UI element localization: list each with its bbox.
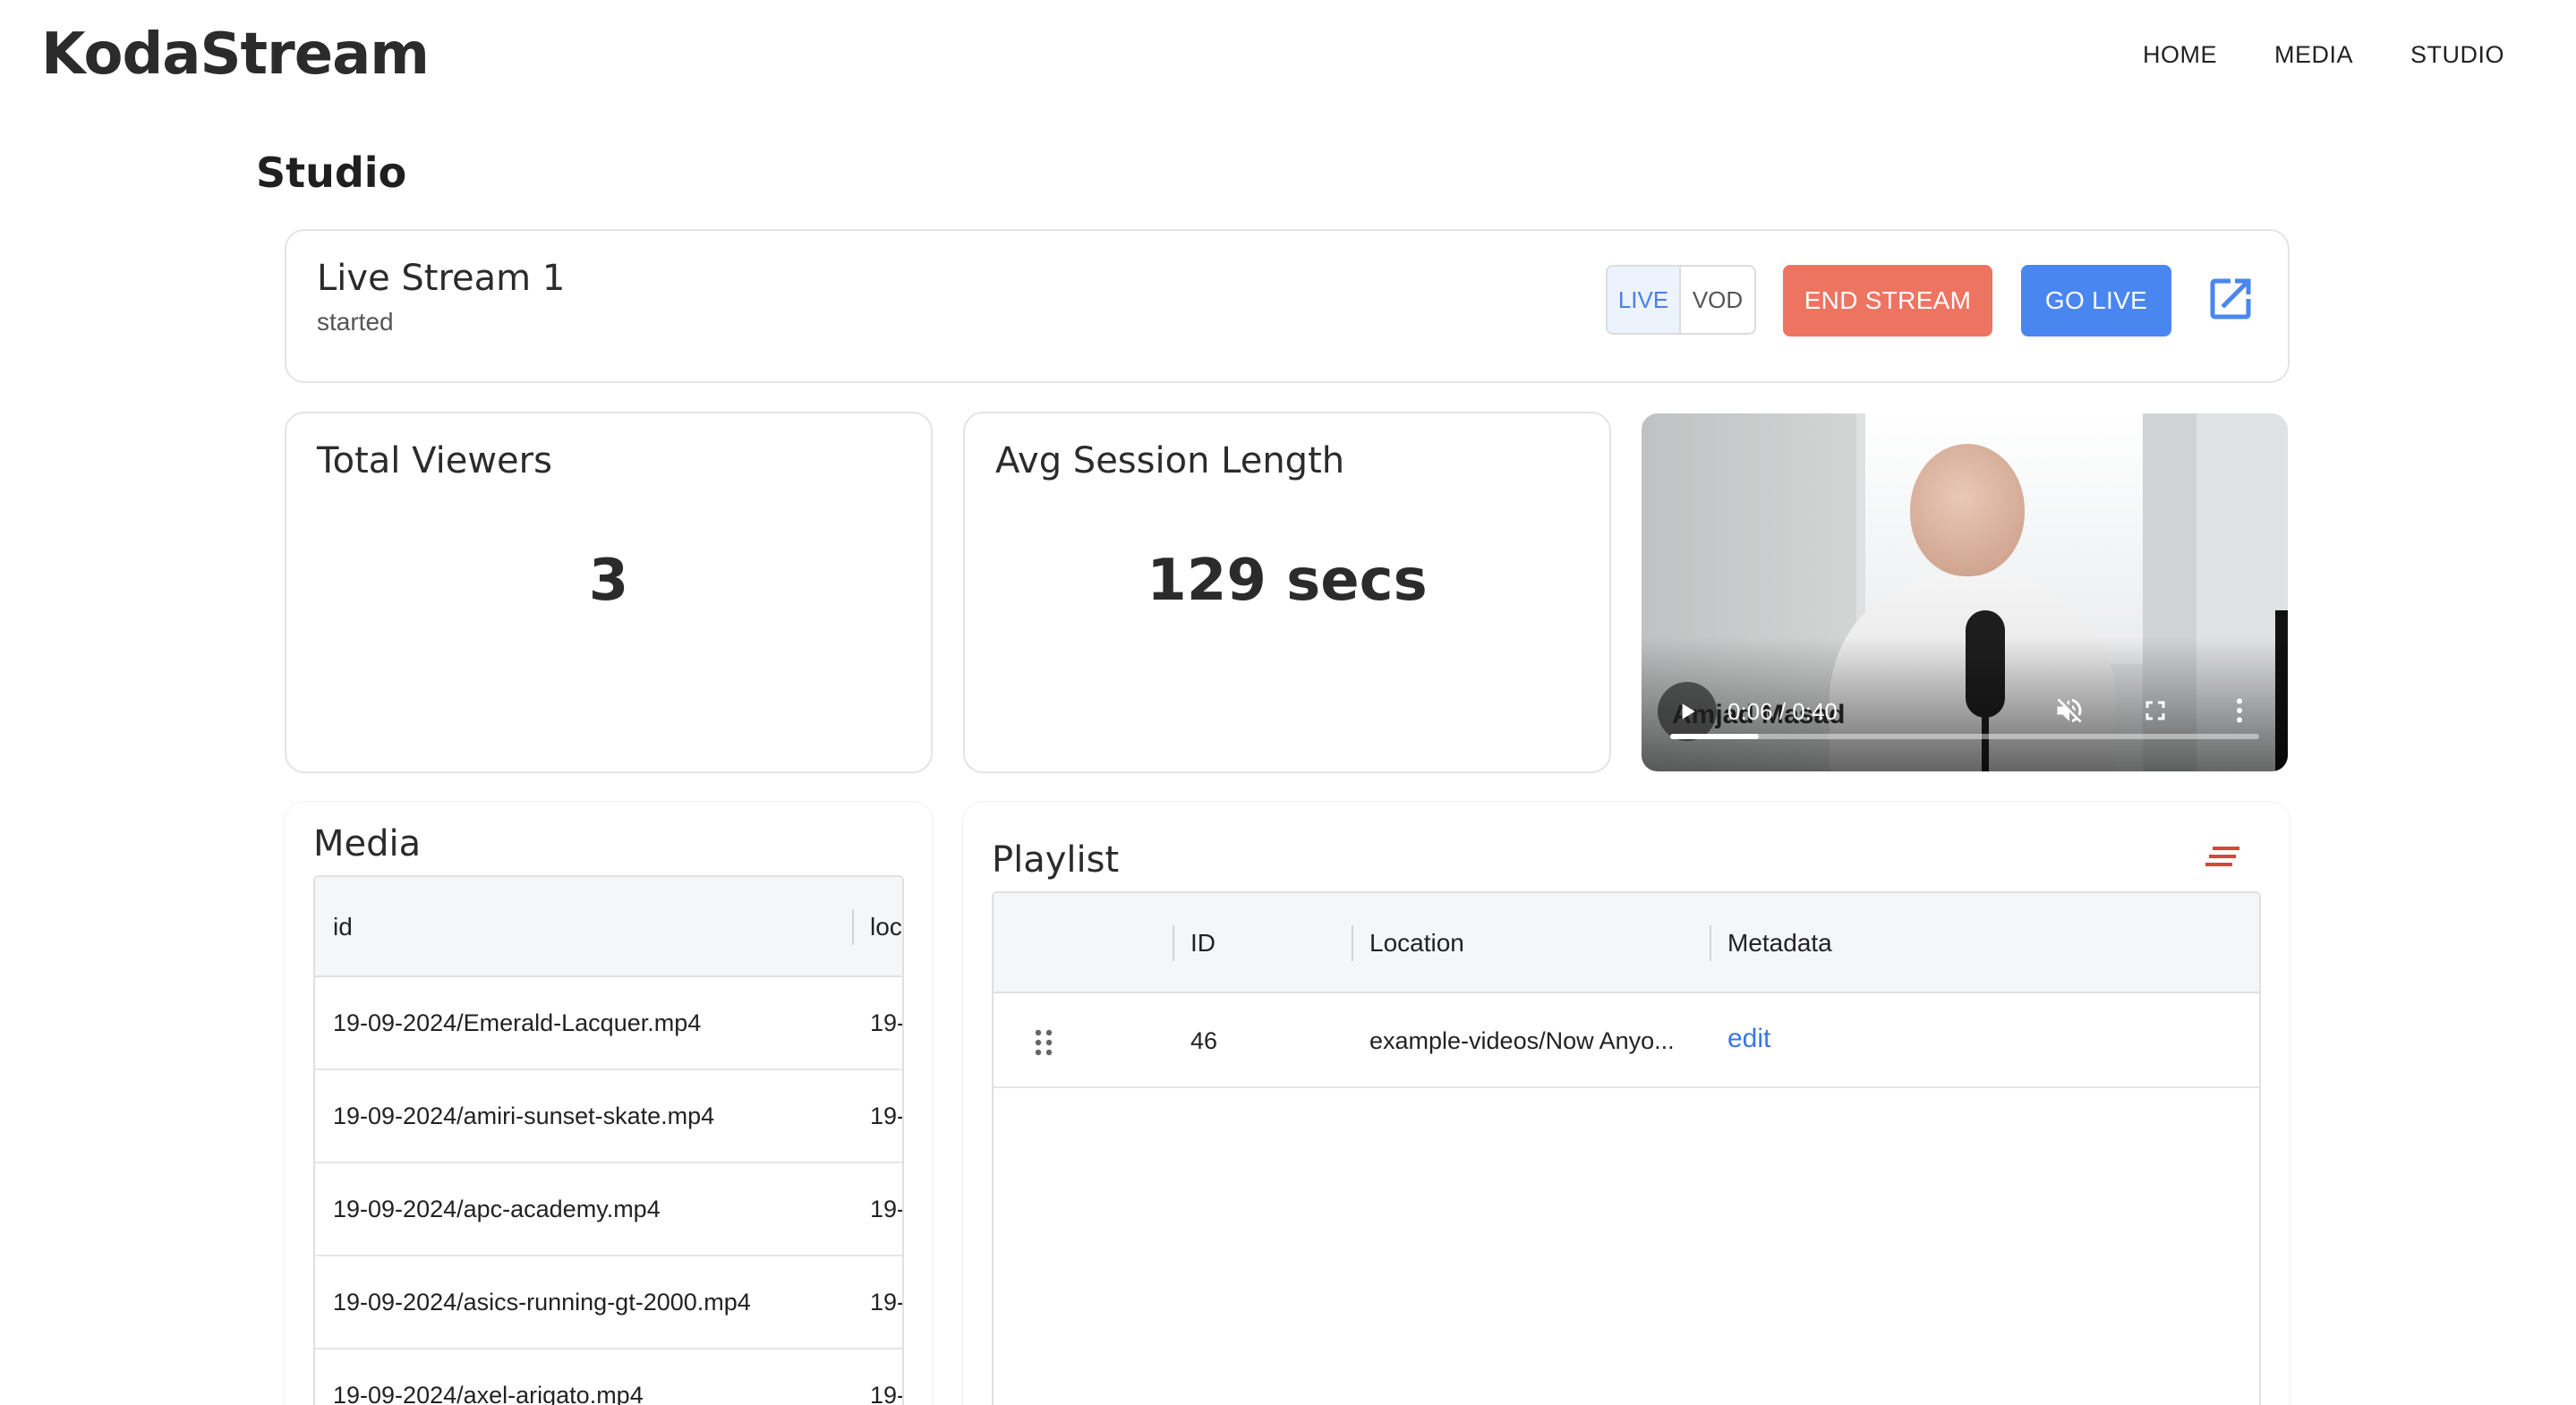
play-button[interactable] <box>1658 682 1717 741</box>
media-table: id loc 19-09-2024/Emerald-Lacquer.mp4 19… <box>313 875 904 1405</box>
media-cell-id: 19-09-2024/asics-running-gt-2000.mp4 <box>333 1289 751 1316</box>
playlist-col-id[interactable]: ID <box>1190 929 1215 958</box>
playlist-col-location[interactable]: Location <box>1369 929 1464 958</box>
avg-session-value: 129 secs <box>1147 548 1428 614</box>
go-live-button[interactable]: GO LIVE <box>2021 265 2171 336</box>
stream-status: started <box>317 308 394 336</box>
volume-muted-icon[interactable] <box>2053 694 2086 727</box>
playlist-table: ID Location Metadata 46 example-videos/N… <box>992 891 2261 1405</box>
media-title: Media <box>313 823 422 864</box>
table-row: 46 example-videos/Now Anyo... edit <box>994 993 2259 1088</box>
total-viewers-card: Total Viewers 3 <box>285 412 933 773</box>
playlist-panel: Playlist ID Location Metadata 46 example… <box>963 802 2290 1405</box>
media-cell-id: 19-09-2024/Emerald-Lacquer.mp4 <box>333 1009 702 1036</box>
total-viewers-value: 3 <box>588 548 629 614</box>
sort-icon[interactable] <box>2205 843 2241 870</box>
nav-studio[interactable]: STUDIO <box>2410 41 2504 69</box>
video-person-head <box>1910 444 2025 576</box>
media-panel: Media id loc 19-09-2024/Emerald-Lacquer.… <box>285 802 933 1405</box>
column-separator[interactable] <box>1352 925 1353 961</box>
column-separator[interactable] <box>1173 925 1174 961</box>
media-cell-loc: 19- <box>870 1009 904 1036</box>
avg-session-title: Avg Session Length <box>995 440 1345 481</box>
media-cell-loc: 19- <box>870 1289 904 1316</box>
page-title: Studio <box>256 149 407 197</box>
media-cell-loc: 19- <box>870 1103 904 1129</box>
mode-toggle: LIVE VOD <box>1606 265 1756 335</box>
media-cell-loc: 19- <box>870 1196 904 1222</box>
media-cell-loc: 19- <box>870 1382 904 1405</box>
open-in-new-icon[interactable] <box>2204 272 2257 326</box>
stream-name: Live Stream 1 <box>317 258 566 299</box>
mode-vod-button[interactable]: VOD <box>1681 267 1754 333</box>
total-viewers-title: Total Viewers <box>317 440 552 481</box>
media-col-id[interactable]: id <box>333 913 353 941</box>
more-options-icon[interactable] <box>2223 694 2256 727</box>
column-separator[interactable] <box>1710 925 1711 961</box>
table-row[interactable]: 19-09-2024/apc-academy.mp4 19- <box>315 1163 902 1256</box>
playlist-cell-location: example-videos/Now Anyo... <box>1369 1027 1675 1054</box>
playlist-title: Playlist <box>992 839 1120 881</box>
playlist-table-header: ID Location Metadata <box>994 893 2259 993</box>
media-col-loc[interactable]: loc <box>870 913 902 941</box>
media-table-header: id loc <box>315 877 902 977</box>
nav-media[interactable]: MEDIA <box>2274 41 2353 69</box>
media-cell-id: 19-09-2024/apc-academy.mp4 <box>333 1196 661 1222</box>
brand-logo[interactable]: KodaStream <box>41 21 430 88</box>
avg-session-card: Avg Session Length 129 secs <box>963 412 1611 773</box>
nav-home[interactable]: HOME <box>2143 41 2217 69</box>
media-cell-id: 19-09-2024/axel-arigato.mp4 <box>333 1382 644 1405</box>
media-cell-id: 19-09-2024/amiri-sunset-skate.mp4 <box>333 1103 715 1129</box>
video-progress-bar[interactable] <box>1670 734 2259 739</box>
fullscreen-icon[interactable] <box>2139 694 2171 727</box>
video-player[interactable]: Amjad Masad 0:06 / 0:40 <box>1642 413 2288 771</box>
video-controls: 0:06 / 0:40 <box>1642 682 2288 741</box>
column-separator[interactable] <box>852 909 854 945</box>
playlist-col-metadata[interactable]: Metadata <box>1727 929 1832 958</box>
stream-header-card: Live Stream 1 started LIVE VOD END STREA… <box>285 229 2290 383</box>
table-row[interactable]: 19-09-2024/axel-arigato.mp4 19- <box>315 1350 902 1405</box>
playlist-cell-id: 46 <box>1190 1027 1218 1054</box>
end-stream-button[interactable]: END STREAM <box>1783 265 1992 336</box>
table-row[interactable]: 19-09-2024/amiri-sunset-skate.mp4 19- <box>315 1070 902 1163</box>
mode-live-button[interactable]: LIVE <box>1608 267 1681 333</box>
table-row[interactable]: 19-09-2024/asics-running-gt-2000.mp4 19- <box>315 1256 902 1350</box>
video-time: 0:06 / 0:40 <box>1727 698 1838 725</box>
table-row[interactable]: 19-09-2024/Emerald-Lacquer.mp4 19- <box>315 977 902 1070</box>
play-icon <box>1682 703 1695 720</box>
video-progress-fill <box>1670 734 1759 739</box>
top-nav: HOME MEDIA STUDIO <box>2143 41 2504 69</box>
edit-metadata-link[interactable]: edit <box>1727 1024 1770 1054</box>
drag-handle-icon[interactable] <box>1033 1027 1054 1058</box>
